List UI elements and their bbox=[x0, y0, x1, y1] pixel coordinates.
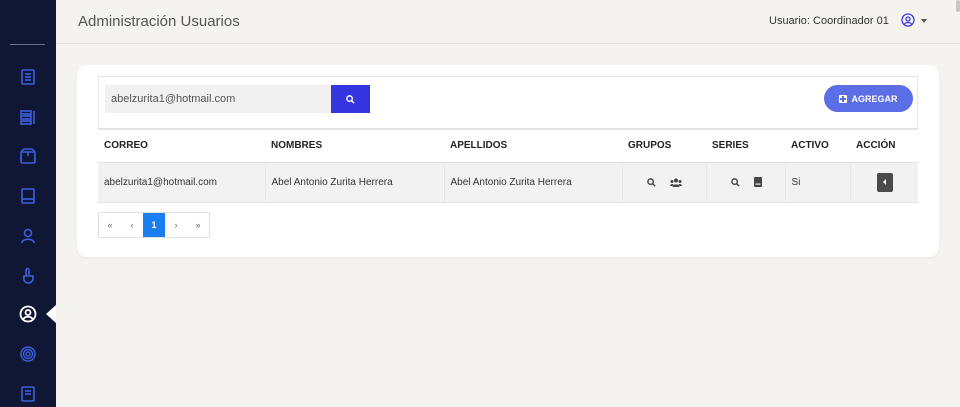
sidebar bbox=[0, 0, 56, 407]
header-accion: ACCIÓN bbox=[856, 140, 896, 152]
page-current-button[interactable]: 1 bbox=[143, 213, 165, 237]
book-icon[interactable] bbox=[15, 183, 41, 209]
notebook-icon[interactable] bbox=[15, 381, 41, 407]
active-indicator bbox=[46, 305, 56, 323]
header-apellidos: APELLIDOS bbox=[450, 140, 508, 152]
chevron-down-icon[interactable] bbox=[921, 19, 927, 23]
list-icon[interactable] bbox=[15, 104, 41, 130]
header-grupos: GRUPOS bbox=[628, 140, 672, 152]
plus-square-icon bbox=[839, 94, 848, 103]
document-list-icon[interactable] bbox=[15, 64, 41, 90]
header-correo: CORREO bbox=[104, 140, 148, 152]
cell-accion bbox=[849, 162, 918, 202]
page-next-button[interactable]: › bbox=[165, 213, 187, 237]
cell-grupos bbox=[621, 162, 706, 202]
pagination: « ‹ 1 › » bbox=[98, 212, 210, 238]
book-icon[interactable] bbox=[753, 177, 762, 187]
action-menu-button[interactable] bbox=[876, 172, 893, 192]
user-circle-icon[interactable] bbox=[15, 301, 41, 327]
user-avatar-icon[interactable] bbox=[901, 13, 915, 27]
users-group-icon[interactable] bbox=[669, 178, 682, 187]
caret-left-icon bbox=[883, 179, 886, 185]
page-first-button[interactable]: « bbox=[99, 213, 121, 237]
user-label: Usuario: Coordinador 01 bbox=[769, 15, 889, 27]
page-last-button[interactable]: » bbox=[187, 213, 209, 237]
top-header: Administración Usuarios Usuario: Coordin… bbox=[56, 0, 960, 44]
page-title: Administración Usuarios bbox=[78, 13, 240, 30]
table-toolbar: AGREGAR bbox=[98, 76, 918, 130]
header-activo: ACTIVO bbox=[791, 140, 829, 152]
package-icon[interactable] bbox=[15, 143, 41, 169]
cell-series bbox=[705, 162, 785, 202]
search-input[interactable] bbox=[105, 85, 331, 113]
table-row: abelzurita1@hotmail.com Abel Antonio Zur… bbox=[98, 162, 918, 202]
cell-nombres: Abel Antonio Zurita Herrera bbox=[264, 162, 444, 202]
fingerprint-icon[interactable] bbox=[15, 341, 41, 367]
header-series: SERIES bbox=[712, 140, 749, 152]
users-table: CORREO NOMBRES APELLIDOS GRUPOS SERIES A… bbox=[98, 128, 918, 203]
scrollbar[interactable] bbox=[956, 0, 960, 12]
header-nombres: NOMBRES bbox=[271, 140, 323, 152]
users-card: AGREGAR CORREO NOMBRES APELLIDOS GRUPOS … bbox=[77, 65, 939, 257]
search-icon bbox=[346, 94, 355, 104]
cell-activo: Si bbox=[784, 162, 850, 202]
sidebar-divider bbox=[10, 44, 45, 45]
cell-apellidos: Abel Antonio Zurita Herrera bbox=[443, 162, 622, 202]
search-button[interactable] bbox=[331, 85, 370, 113]
user-icon[interactable] bbox=[15, 223, 41, 249]
add-button-label: AGREGAR bbox=[851, 93, 898, 104]
page-prev-button[interactable]: ‹ bbox=[121, 213, 143, 237]
hand-pointer-icon[interactable] bbox=[15, 263, 41, 289]
add-button[interactable]: AGREGAR bbox=[824, 85, 913, 112]
search-icon[interactable] bbox=[646, 177, 656, 187]
search-icon[interactable] bbox=[730, 177, 740, 187]
cell-correo: abelzurita1@hotmail.com bbox=[104, 176, 217, 188]
table-header-row: CORREO NOMBRES APELLIDOS GRUPOS SERIES A… bbox=[98, 129, 918, 162]
